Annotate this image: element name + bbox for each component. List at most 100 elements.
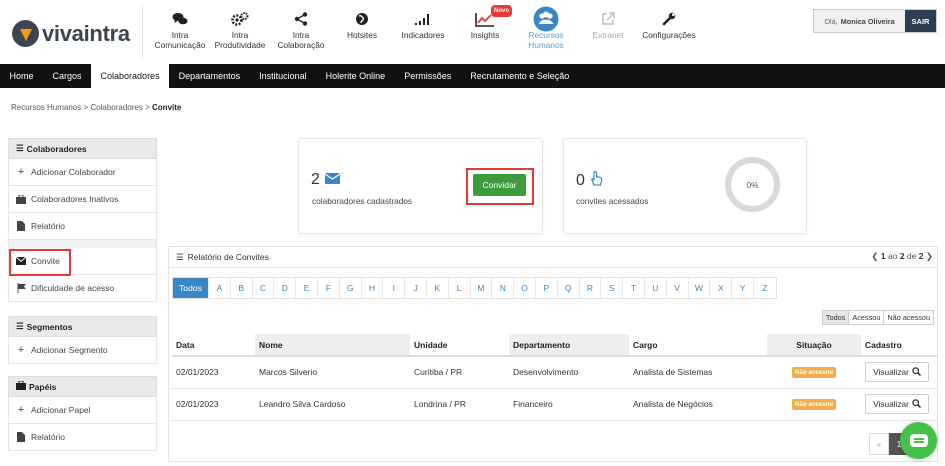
report-header: ☰ Relatório de Convites [169,247,937,268]
letter-button[interactable]: N [492,278,515,298]
letter-button[interactable]: F [318,278,340,298]
nav-holerite-online[interactable]: Holerite Online [316,64,395,88]
letter-button[interactable]: O [514,278,536,298]
user-greeting[interactable]: Olá, Monica Oliveira [814,10,905,32]
list-icon: ☰ [176,251,184,262]
module-configuracoes[interactable]: Configurações [639,8,699,40]
chat-icon[interactable] [900,422,937,459]
letter-button[interactable]: B [231,278,253,298]
sidebar-item-convite[interactable]: Convite [8,248,157,275]
letter-button[interactable]: J [405,278,427,298]
filter-all[interactable]: Todos [822,311,850,324]
letter-button[interactable]: V [667,278,689,298]
cell-unit: Londrina / PR [410,388,509,421]
letter-button[interactable]: A [209,278,231,298]
next-page-icon[interactable]: ❯ [926,251,933,261]
letter-button[interactable]: L [449,278,471,298]
user-name: Monica Oliveira [840,16,895,26]
module-intra-produtividade[interactable]: Intra Produtividade [210,8,270,50]
letter-button[interactable]: Y [732,278,754,298]
envelope-icon [324,171,341,189]
letter-button[interactable]: R [580,278,602,298]
sidebar-section-segmentos: ☰ Segmentos + Adicionar Segmento [8,316,157,364]
cell-action: Visualizar [861,356,937,389]
module-recursos-humanos[interactable]: Recursos Humanos [516,6,576,50]
stat-accessed-label: convites acessados [576,196,649,206]
status-badge: Não acessou [791,367,837,379]
main-nav: Home Cargos Colaboradores Departamentos … [0,64,945,88]
table-header: Data Nome Unidade Departamento Cargo Sit… [172,334,937,357]
share-icon [271,8,331,30]
cell-dept: Financeiro [509,388,629,421]
plus-icon: + [17,165,25,178]
col-data[interactable]: Data [172,334,255,357]
user-box: Olá, Monica Oliveira SAIR [813,9,937,33]
letter-button[interactable]: E [296,278,318,298]
letter-button[interactable]: C [253,278,275,298]
sidebar-item-relatorio-papeis[interactable]: Relatório [8,424,157,451]
search-icon [912,367,921,378]
col-nome[interactable]: Nome [255,334,410,357]
view-button[interactable]: Visualizar [865,394,929,414]
col-cargo[interactable]: Cargo [629,334,767,357]
flag-icon [16,283,26,293]
nav-home[interactable]: Home [0,64,43,88]
letter-button[interactable]: H [362,278,384,298]
letter-all[interactable]: Todos [173,278,209,298]
cell-role: Analista de Sistemas [629,356,767,389]
divider [142,6,143,58]
col-departamento[interactable]: Departamento [509,334,629,357]
module-intra-colaboracao[interactable]: Intra Colaboração [271,8,331,50]
logout-button[interactable]: SAIR [905,10,936,32]
stat-registered-value: 2 [311,171,341,189]
module-indicadores[interactable]: Indicadores [393,8,453,40]
table-row: 02/01/2023 Leandro Silva Cardoso Londrin… [172,388,937,421]
stat-accessed-value: 0 [576,170,603,191]
letter-button[interactable]: M [471,278,493,298]
sidebar-item-dificuldade-acesso[interactable]: Dificuldade de acesso [8,275,157,302]
invite-button[interactable]: Convidar [473,174,526,196]
sidebar-item-relatorio[interactable]: Relatório [8,213,157,240]
letter-button[interactable]: S [601,278,624,298]
nav-cargos[interactable]: Cargos [43,64,91,88]
nav-recrutamento-selecao[interactable]: Recrutamento e Seleção [461,64,579,88]
logo[interactable]: vivaintra [12,20,130,47]
filter-not-accessed[interactable]: Não acessou [884,311,933,324]
letter-button[interactable]: G [340,278,362,298]
col-unidade[interactable]: Unidade [410,334,509,357]
letter-button[interactable]: U [645,278,667,298]
view-button[interactable]: Visualizar [865,362,929,383]
module-hotsites[interactable]: Hotsites [332,8,392,40]
filter-accessed[interactable]: Acessou [849,311,885,324]
sidebar-item-adicionar-colaborador[interactable]: + Adicionar Colaborador [8,159,157,186]
sidebar-item-colaboradores-inativos[interactable]: Colaboradores Inativos [8,186,157,213]
letter-button[interactable]: I [383,278,406,298]
prev-page-button[interactable]: « [869,433,889,455]
sidebar-section-colaboradores: ☰ Colaboradores + Adicionar Colaborador Co… [8,138,157,302]
nav-departamentos[interactable]: Departamentos [169,64,250,88]
nav-colaboradores[interactable]: Colaboradores [91,64,170,88]
breadcrumb-colaboradores[interactable]: Colaboradores [90,103,142,112]
letter-button[interactable]: D [274,278,297,298]
letter-button[interactable]: K [427,278,449,298]
letter-button[interactable]: T [623,278,645,298]
letter-button[interactable]: Z [754,278,776,298]
breadcrumb-recursos-humanos[interactable]: Recursos Humanos [11,103,81,112]
nav-institucional[interactable]: Institucional [250,64,317,88]
report-title: Relatório de Convites [187,252,269,262]
letter-button[interactable]: Q [558,278,580,298]
letter-button[interactable]: X [710,278,733,298]
col-situacao[interactable]: Situação [767,334,861,357]
nav-permissoes[interactable]: Permissões [395,64,461,88]
letter-button[interactable]: P [536,278,558,298]
sidebar-item-adicionar-papel[interactable]: + Adicionar Papel [8,397,157,424]
prev-page-icon[interactable]: ❮ [871,251,878,261]
sidebar-item-adicionar-segmento[interactable]: + Adicionar Segmento [8,337,157,364]
plus-icon: + [17,403,25,416]
top-bar: vivaintra Intra Comunicação Intra Produt… [0,0,945,64]
status-filter: Todos Acessou Não acessou [821,310,934,325]
letter-button[interactable]: W [689,278,711,298]
module-intra-comunicacao[interactable]: Intra Comunicação [150,8,210,50]
cell-action: Visualizar [861,388,937,421]
module-insights[interactable]: Novo Insights [455,5,515,40]
